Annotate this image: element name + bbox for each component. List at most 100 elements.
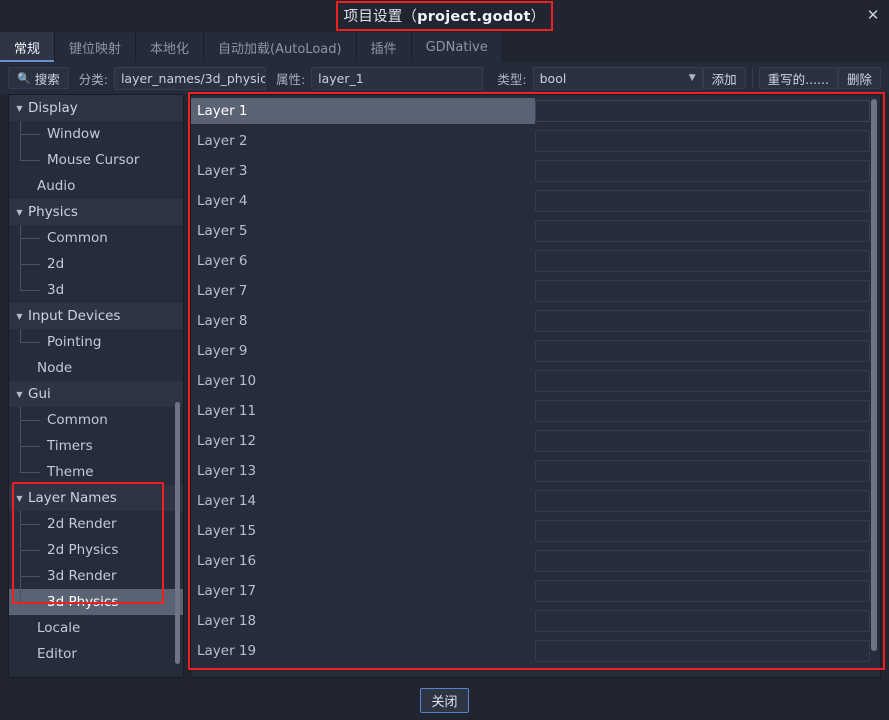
- table-row[interactable]: Layer 1: [191, 96, 880, 126]
- table-row[interactable]: Layer 5: [191, 216, 880, 246]
- layer-value-input[interactable]: [535, 550, 870, 572]
- tab-0[interactable]: 常规: [0, 32, 56, 62]
- table-row[interactable]: Layer 10: [191, 366, 880, 396]
- layer-value-input[interactable]: [535, 460, 870, 482]
- layer-name-cell[interactable]: Layer 7: [191, 278, 535, 304]
- layer-name-cell[interactable]: Layer 2: [191, 128, 535, 154]
- sidebar-item-theme[interactable]: Theme: [9, 459, 183, 485]
- close-button[interactable]: 关闭: [420, 687, 469, 713]
- table-row[interactable]: Layer 18: [191, 606, 880, 636]
- layer-name-cell[interactable]: Layer 19: [191, 638, 535, 664]
- sidebar-item-2d-render[interactable]: 2d Render: [9, 511, 183, 537]
- property-list-panel[interactable]: Layer 1 Layer 2 Layer 3 Layer 4 Layer 5 Layer…: [190, 94, 881, 678]
- layer-value-input[interactable]: [535, 370, 870, 392]
- table-row[interactable]: Layer 19: [191, 636, 880, 666]
- close-icon[interactable]: ✕: [862, 4, 884, 26]
- sidebar-item-2d[interactable]: 2d: [9, 251, 183, 277]
- override-button[interactable]: 重写的......: [758, 67, 838, 89]
- layer-value-input[interactable]: [535, 580, 870, 602]
- layer-name-cell[interactable]: Layer 18: [191, 608, 535, 634]
- table-row[interactable]: Layer 4: [191, 186, 880, 216]
- type-select[interactable]: bool ▼: [532, 66, 703, 90]
- search-button[interactable]: 🔍 搜索: [8, 67, 69, 89]
- sidebar-item-input-devices[interactable]: ▼ Input Devices: [9, 303, 183, 329]
- table-row[interactable]: Layer 2: [191, 126, 880, 156]
- table-row[interactable]: Layer 15: [191, 516, 880, 546]
- layer-value-input[interactable]: [535, 400, 870, 422]
- layer-value-input[interactable]: [535, 280, 870, 302]
- table-row[interactable]: Layer 7: [191, 276, 880, 306]
- chevron-down-icon[interactable]: ▼: [13, 208, 26, 217]
- layer-value-input[interactable]: [535, 250, 870, 272]
- table-row[interactable]: Layer 3: [191, 156, 880, 186]
- tab-4[interactable]: 插件: [356, 32, 412, 62]
- layer-name-cell[interactable]: Layer 1: [191, 98, 535, 124]
- category-input[interactable]: layer_names/3d_physic: [113, 66, 266, 90]
- table-row[interactable]: Layer 13: [191, 456, 880, 486]
- property-input[interactable]: layer_1: [311, 66, 484, 90]
- layer-name-cell[interactable]: Layer 6: [191, 248, 535, 274]
- layer-value-input[interactable]: [535, 610, 870, 632]
- layer-name-cell[interactable]: Layer 5: [191, 218, 535, 244]
- layer-name-cell[interactable]: Layer 16: [191, 548, 535, 574]
- table-row[interactable]: Layer 14: [191, 486, 880, 516]
- layer-name-cell[interactable]: Layer 15: [191, 518, 535, 544]
- list-scrollbar-thumb[interactable]: [871, 99, 877, 651]
- sidebar-item-gui[interactable]: ▼ Gui: [9, 381, 183, 407]
- settings-category-tree[interactable]: ▼ Display Window Mouse Cursor Audio ▼ Physics C…: [8, 94, 184, 678]
- chevron-down-icon[interactable]: ▼: [13, 390, 26, 399]
- table-row[interactable]: Layer 8: [191, 306, 880, 336]
- sidebar-item-3d-physics[interactable]: 3d Physics: [9, 589, 183, 615]
- add-button[interactable]: 添加: [702, 67, 746, 89]
- tab-1[interactable]: 键位映射: [55, 32, 137, 62]
- chevron-down-icon[interactable]: ▼: [13, 104, 26, 113]
- sidebar-item-locale[interactable]: Locale: [9, 615, 183, 641]
- sidebar-item-common[interactable]: Common: [9, 407, 183, 433]
- sidebar-item-mouse-cursor[interactable]: Mouse Cursor: [9, 147, 183, 173]
- delete-button[interactable]: 删除: [837, 67, 881, 89]
- layer-name-cell[interactable]: Layer 8: [191, 308, 535, 334]
- sidebar-item-layer-names[interactable]: ▼ Layer Names: [9, 485, 183, 511]
- table-row[interactable]: Layer 16: [191, 546, 880, 576]
- chevron-down-icon[interactable]: ▼: [13, 494, 26, 503]
- layer-value-input[interactable]: [535, 190, 870, 212]
- sidebar-item-common[interactable]: Common: [9, 225, 183, 251]
- layer-name-cell[interactable]: Layer 10: [191, 368, 535, 394]
- sidebar-item-display[interactable]: ▼ Display: [9, 95, 183, 121]
- layer-name-cell[interactable]: Layer 9: [191, 338, 535, 364]
- table-row[interactable]: Layer 12: [191, 426, 880, 456]
- tab-2[interactable]: 本地化: [136, 32, 205, 62]
- table-row[interactable]: Layer 9: [191, 336, 880, 366]
- layer-name-cell[interactable]: Layer 4: [191, 188, 535, 214]
- sidebar-item-window[interactable]: Window: [9, 121, 183, 147]
- layer-name-cell[interactable]: Layer 13: [191, 458, 535, 484]
- layer-value-input[interactable]: [535, 490, 870, 512]
- sidebar-item-node[interactable]: Node: [9, 355, 183, 381]
- chevron-down-icon[interactable]: ▼: [13, 312, 26, 321]
- layer-value-input[interactable]: [535, 130, 870, 152]
- layer-name-cell[interactable]: Layer 11: [191, 398, 535, 424]
- layer-value-input[interactable]: [535, 640, 870, 662]
- tab-3[interactable]: 自动加载(AutoLoad): [204, 32, 357, 62]
- layer-name-cell[interactable]: Layer 17: [191, 578, 535, 604]
- layer-name-cell[interactable]: Layer 12: [191, 428, 535, 454]
- layer-value-input[interactable]: [535, 160, 870, 182]
- layer-value-input[interactable]: [535, 220, 870, 242]
- layer-value-input[interactable]: [535, 520, 870, 542]
- table-row[interactable]: Layer 17: [191, 576, 880, 606]
- layer-value-input[interactable]: [535, 100, 870, 122]
- layer-value-input[interactable]: [535, 430, 870, 452]
- sidebar-scrollbar-thumb[interactable]: [175, 402, 180, 664]
- sidebar-item-3d-render[interactable]: 3d Render: [9, 563, 183, 589]
- sidebar-item-3d[interactable]: 3d: [9, 277, 183, 303]
- sidebar-item-2d-physics[interactable]: 2d Physics: [9, 537, 183, 563]
- layer-value-input[interactable]: [535, 340, 870, 362]
- tab-5[interactable]: GDNative: [411, 32, 503, 62]
- layer-name-cell[interactable]: Layer 14: [191, 488, 535, 514]
- layer-value-input[interactable]: [535, 310, 870, 332]
- table-row[interactable]: Layer 11: [191, 396, 880, 426]
- table-row[interactable]: Layer 6: [191, 246, 880, 276]
- sidebar-item-pointing[interactable]: Pointing: [9, 329, 183, 355]
- layer-name-cell[interactable]: Layer 3: [191, 158, 535, 184]
- sidebar-item-editor[interactable]: Editor: [9, 641, 183, 667]
